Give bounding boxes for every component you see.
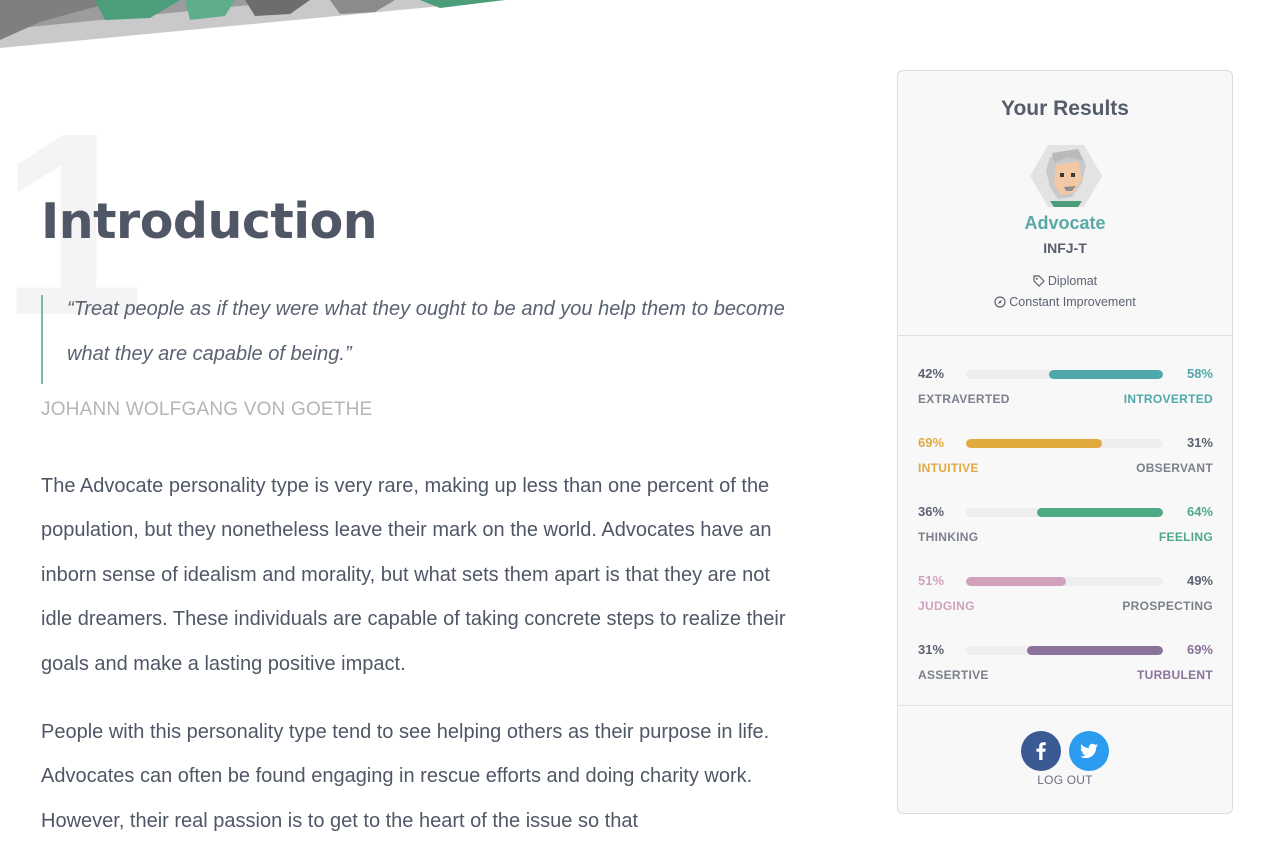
facebook-button[interactable] [1021, 731, 1061, 771]
trait-bar-track [966, 370, 1163, 379]
trait-bar-fill [1037, 508, 1163, 517]
trait-row: 42% 58% EXTRAVERTED INTROVERTED [918, 365, 1213, 415]
divider [898, 705, 1232, 706]
advocate-avatar-icon [1030, 145, 1102, 207]
compass-icon [994, 296, 1006, 308]
body-paragraph: People with this personality type tend t… [41, 721, 770, 832]
trait-bar-track [966, 508, 1163, 517]
trait-right-label: OBSERVANT [1136, 461, 1213, 475]
quote-block: “Treat people as if they were what they … [41, 295, 812, 384]
trait-right-label: TURBULENT [1136, 668, 1213, 682]
tag-icon [1033, 275, 1045, 287]
trait-bar-fill [966, 577, 1066, 586]
trait-right-label: PROSPECTING [1122, 599, 1213, 613]
trait-right-percent: 64% [1186, 504, 1213, 519]
trait-left-label: ASSERTIVE [918, 668, 989, 682]
role-line: Diplomat [898, 274, 1232, 288]
logout-link[interactable]: LOG OUT [898, 773, 1232, 787]
trait-bar-fill [1049, 370, 1163, 379]
trait-right-percent: 49% [1186, 573, 1213, 588]
twitter-icon [1080, 743, 1098, 759]
twitter-button[interactable] [1069, 731, 1109, 771]
trait-right-percent: 31% [1186, 435, 1213, 450]
body-paragraph: The Advocate personality type is very ra… [41, 475, 786, 675]
trait-bar-track [966, 646, 1163, 655]
trait-bar-track [966, 577, 1163, 586]
results-card: Your Results Advocate INFJ-T Diplomat Co… [897, 70, 1233, 814]
trait-right-percent: 58% [1186, 366, 1213, 381]
section-title: Introduction [41, 193, 378, 250]
quote-author: JOHANN WOLFGANG VON GOETHE [41, 399, 373, 420]
trait-row: 36% 64% THINKING FEELING [918, 503, 1213, 553]
trait-right-percent: 69% [1186, 642, 1213, 657]
trait-row: 51% 49% JUDGING PROSPECTING [918, 572, 1213, 622]
trait-left-label: INTUITIVE [918, 461, 979, 475]
trait-bar-fill [1027, 646, 1163, 655]
trait-left-label: JUDGING [918, 599, 975, 613]
trait-left-percent: 31% [918, 642, 945, 657]
strategy-label: Constant Improvement [1009, 295, 1136, 309]
trait-bar-fill [966, 439, 1102, 448]
personality-type-name[interactable]: Advocate [898, 213, 1232, 234]
trait-left-label: EXTRAVERTED [918, 392, 1010, 406]
trait-right-label: FEELING [1158, 530, 1213, 544]
trait-bar-track [966, 439, 1163, 448]
role-label: Diplomat [1047, 274, 1098, 288]
trait-row: 69% 31% INTUITIVE OBSERVANT [918, 434, 1213, 484]
trait-left-label: THINKING [918, 530, 979, 544]
header-banner-graphic [0, 0, 505, 48]
strategy-line: Constant Improvement [898, 295, 1232, 309]
quote-text: “Treat people as if they were what they … [67, 298, 785, 365]
trait-left-percent: 36% [918, 504, 945, 519]
trait-left-percent: 51% [918, 573, 945, 588]
trait-row: 31% 69% ASSERTIVE TURBULENT [918, 641, 1213, 691]
trait-left-percent: 69% [918, 435, 945, 450]
facebook-icon [1036, 742, 1046, 760]
personality-type-code: INFJ-T [1043, 240, 1087, 256]
divider [898, 335, 1232, 336]
results-title: Your Results [1001, 97, 1129, 120]
trait-left-percent: 42% [918, 366, 945, 381]
trait-right-label: INTROVERTED [1123, 392, 1213, 406]
